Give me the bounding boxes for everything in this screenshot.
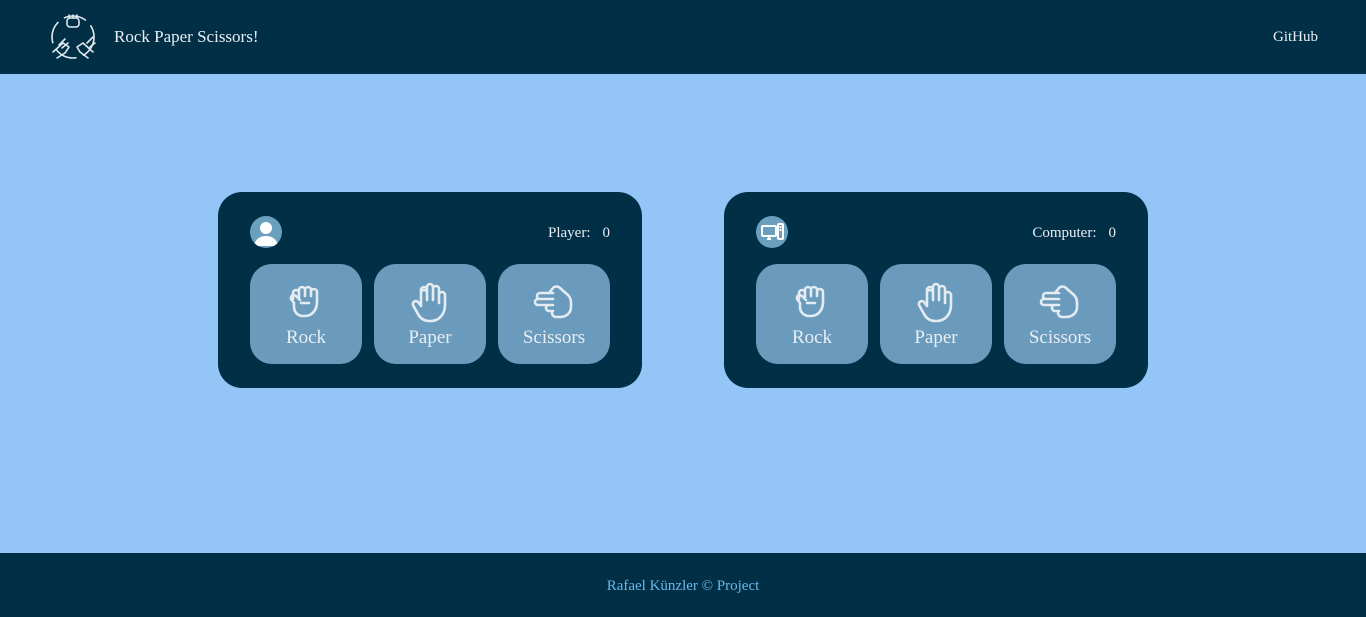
player-score-label: Player:	[548, 225, 591, 241]
github-link[interactable]: GitHub	[1273, 28, 1318, 46]
footer: Rafael Künzler © Project	[0, 553, 1366, 617]
computer-panel: Computer: 0 Rock Paper Scissors	[724, 192, 1148, 388]
scissors-hand-icon	[1039, 285, 1079, 319]
computer-icon	[756, 216, 788, 248]
scissors-label: Scissors	[522, 327, 586, 348]
scissors-label: Scissors	[1028, 327, 1092, 348]
open-hand-icon	[917, 282, 953, 323]
computer-score: Computer: 0	[1032, 224, 1116, 242]
user-icon	[250, 216, 282, 248]
player-paper-button[interactable]: Paper	[374, 264, 486, 364]
player-score: Player: 0	[548, 224, 610, 242]
computer-choices: Rock Paper Scissors	[756, 264, 1116, 364]
computer-score-value: 0	[1108, 225, 1117, 241]
hands-rock-paper-scissors-icon[interactable]	[47, 12, 99, 62]
scissors-hand-icon	[533, 285, 573, 319]
computer-rock-button[interactable]: Rock	[756, 264, 868, 364]
player-rock-button[interactable]: Rock	[250, 264, 362, 364]
rock-label: Rock	[791, 327, 833, 348]
paper-label: Paper	[914, 327, 958, 348]
computer-paper-button[interactable]: Paper	[880, 264, 992, 364]
player-scissors-button[interactable]: Scissors	[498, 264, 610, 364]
computer-scissors-button[interactable]: Scissors	[1004, 264, 1116, 364]
top-navbar: Rock Paper Scissors! GitHub	[0, 0, 1366, 74]
footer-credit: Rafael Künzler © Project	[606, 578, 760, 594]
player-score-value: 0	[602, 225, 611, 241]
rock-label: Rock	[285, 327, 327, 348]
player-panel: Player: 0 Rock Paper Scissors	[218, 192, 642, 388]
paper-label: Paper	[408, 327, 452, 348]
player-choices: Rock Paper Scissors	[250, 264, 610, 364]
fist-icon	[795, 285, 825, 318]
app-title: Rock Paper Scissors!	[114, 27, 259, 46]
fist-icon	[289, 285, 319, 318]
computer-score-label: Computer:	[1032, 225, 1097, 241]
open-hand-icon	[411, 282, 447, 323]
